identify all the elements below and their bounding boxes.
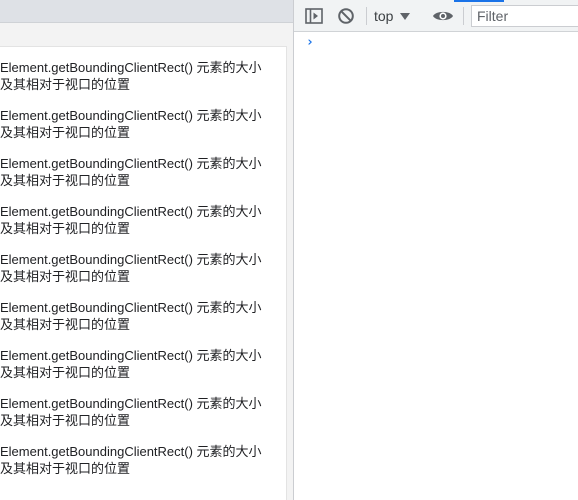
live-expression-button[interactable] <box>431 0 455 32</box>
context-label: top <box>374 8 394 24</box>
prompt-chevron-icon: › <box>306 35 314 50</box>
browser-window: Element.getBoundingClientRect() 元素的大小 及其… <box>0 0 578 500</box>
text-list: Element.getBoundingClientRect() 元素的大小 及其… <box>0 59 286 491</box>
list-item-line2: 及其相对于视口的位置 <box>0 173 131 188</box>
list-item: Element.getBoundingClientRect() 元素的大小 及其… <box>0 155 278 203</box>
list-item-line1: Element.getBoundingClientRect() 元素的大小 <box>0 252 262 267</box>
toolbar-divider <box>463 7 464 25</box>
console-output-area[interactable]: › <box>294 32 578 500</box>
list-item: Element.getBoundingClientRect() 元素的大小 及其… <box>0 251 278 299</box>
list-item-line2: 及其相对于视口的位置 <box>0 77 131 92</box>
page-top-bar <box>0 0 293 23</box>
filter-input[interactable] <box>471 5 578 27</box>
list-item-line2: 及其相对于视口的位置 <box>0 461 131 476</box>
list-item: Element.getBoundingClientRect() 元素的大小 及其… <box>0 59 278 107</box>
list-item-line1: Element.getBoundingClientRect() 元素的大小 <box>0 348 262 363</box>
list-item: Element.getBoundingClientRect() 元素的大小 及其… <box>0 299 278 347</box>
list-item-line1: Element.getBoundingClientRect() 元素的大小 <box>0 204 262 219</box>
clear-console-button[interactable] <box>334 0 358 32</box>
list-item: Element.getBoundingClientRect() 元素的大小 及其… <box>0 395 278 443</box>
list-item-line1: Element.getBoundingClientRect() 元素的大小 <box>0 108 262 123</box>
clear-console-icon <box>338 8 354 24</box>
eye-icon <box>433 11 453 21</box>
list-item: Element.getBoundingClientRect() 元素的大小 及其… <box>0 443 278 491</box>
sidebar-toggle-button[interactable] <box>302 0 326 32</box>
list-item-line1: Element.getBoundingClientRect() 元素的大小 <box>0 444 262 459</box>
console-prompt[interactable]: › <box>294 34 578 52</box>
list-item-line2: 及其相对于视口的位置 <box>0 365 131 380</box>
active-tab-indicator <box>454 0 504 2</box>
list-item: Element.getBoundingClientRect() 元素的大小 及其… <box>0 107 278 155</box>
toolbar-divider <box>366 7 367 25</box>
list-item: Element.getBoundingClientRect() 元素的大小 及其… <box>0 203 278 251</box>
web-page-panel: Element.getBoundingClientRect() 元素的大小 及其… <box>0 0 293 500</box>
dropdown-arrow-icon <box>400 12 411 20</box>
list-item-line2: 及其相对于视口的位置 <box>0 317 131 332</box>
list-item-line1: Element.getBoundingClientRect() 元素的大小 <box>0 396 262 411</box>
list-item-line1: Element.getBoundingClientRect() 元素的大小 <box>0 156 262 171</box>
list-item-line2: 及其相对于视口的位置 <box>0 221 131 236</box>
list-item-line2: 及其相对于视口的位置 <box>0 269 131 284</box>
list-item-line1: Element.getBoundingClientRect() 元素的大小 <box>0 300 262 315</box>
list-item-line2: 及其相对于视口的位置 <box>0 413 131 428</box>
sidebar-toggle-icon <box>305 8 323 24</box>
list-item-line2: 及其相对于视口的位置 <box>0 125 131 140</box>
console-toolbar: top <box>294 0 578 32</box>
devtools-console-panel: top › <box>293 0 578 500</box>
context-selector[interactable]: top <box>374 0 411 32</box>
page-content: Element.getBoundingClientRect() 元素的大小 及其… <box>0 46 287 500</box>
list-item: Element.getBoundingClientRect() 元素的大小 及其… <box>0 347 278 395</box>
list-item-line1: Element.getBoundingClientRect() 元素的大小 <box>0 60 262 75</box>
